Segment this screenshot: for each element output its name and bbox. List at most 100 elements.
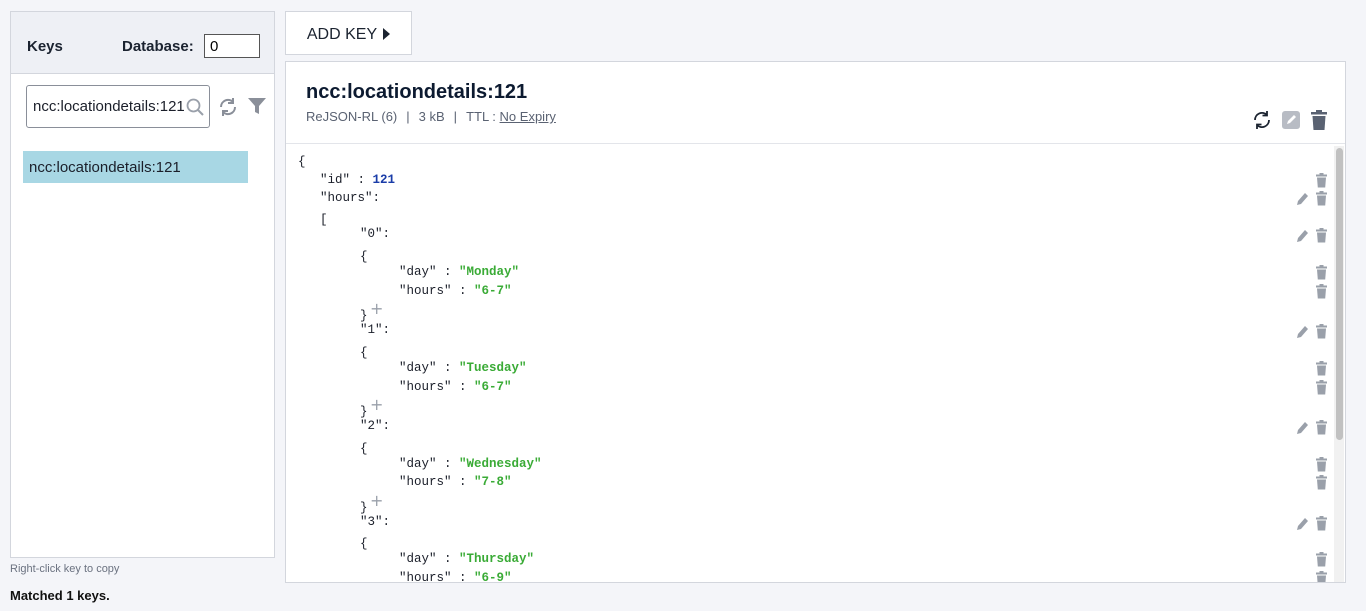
trash-icon[interactable] — [1309, 109, 1329, 131]
database-label: Database: — [122, 38, 194, 55]
trash-icon[interactable] — [1315, 265, 1328, 280]
json-line: "2": — [360, 419, 390, 433]
json-value: "Monday" — [459, 265, 520, 279]
trash-icon[interactable] — [1315, 228, 1328, 243]
json-bracket: { — [360, 346, 368, 360]
json-value: "6-7" — [474, 380, 512, 394]
refresh-icon[interactable] — [1252, 109, 1272, 131]
json-separator: : — [382, 323, 391, 337]
trash-icon[interactable] — [1315, 361, 1328, 376]
json-value: "6-7" — [474, 284, 512, 298]
json-line: "hours" : "6-7" — [399, 380, 512, 394]
json-separator: : — [382, 515, 391, 529]
json-separator: : — [382, 227, 391, 241]
json-line: "day" : "Wednesday" — [399, 457, 542, 471]
json-line: "id" : 121 — [320, 173, 395, 187]
pencil-icon[interactable] — [1296, 191, 1309, 206]
json-bracket: } — [360, 405, 368, 419]
pencil-icon[interactable] — [1296, 420, 1309, 435]
trash-icon[interactable] — [1315, 191, 1328, 206]
search-icon[interactable] — [185, 97, 205, 117]
json-key: "2" — [360, 419, 383, 433]
pencil-icon[interactable] — [1296, 324, 1309, 339]
json-line: "hours" : "6-9" — [399, 571, 512, 583]
trash-icon[interactable] — [1315, 571, 1328, 583]
key-list-item[interactable]: ncc:locationdetails:121 — [23, 151, 248, 183]
trash-icon[interactable] — [1315, 552, 1328, 567]
key-type: ReJSON-RL (6) — [306, 109, 398, 124]
key-search-input[interactable] — [33, 98, 189, 115]
trash-icon[interactable] — [1315, 516, 1328, 531]
json-key: "1" — [360, 323, 383, 337]
key-detail-header: ncc:locationdetails:121 ReJSON-RL (6) | 3 … — [286, 62, 1345, 144]
pencil-icon[interactable] — [1296, 228, 1309, 243]
json-value: "7-8" — [474, 475, 512, 489]
refresh-icon[interactable] — [217, 96, 239, 118]
filter-icon[interactable] — [247, 96, 267, 116]
json-bracket: } — [360, 501, 368, 515]
plus-icon[interactable]: + — [370, 299, 383, 318]
json-line: "hours": — [320, 191, 380, 205]
keys-panel-header: Keys Database: — [11, 12, 274, 74]
json-separator: : — [372, 191, 381, 205]
copy-hint: Right-click key to copy — [10, 563, 120, 575]
trash-icon[interactable] — [1315, 457, 1328, 472]
trash-icon[interactable] — [1315, 380, 1328, 395]
json-bracket: { — [360, 537, 368, 551]
json-key: "hours" — [399, 380, 452, 394]
trash-icon[interactable] — [1315, 324, 1328, 339]
json-key: "3" — [360, 515, 383, 529]
json-line: "1": — [360, 323, 390, 337]
pencil-icon[interactable] — [1281, 109, 1301, 131]
json-key: "0" — [360, 227, 383, 241]
json-bracket: { — [298, 155, 306, 169]
plus-icon[interactable]: + — [370, 395, 383, 414]
key-search-box[interactable] — [26, 85, 210, 128]
json-value: 121 — [372, 173, 396, 187]
key-title: ncc:locationdetails:121 — [306, 81, 528, 103]
pencil-icon[interactable] — [1296, 516, 1309, 531]
json-separator: : — [382, 419, 391, 433]
trash-icon[interactable] — [1315, 475, 1328, 490]
meta-separator: | — [453, 109, 458, 124]
scrollbar-thumb[interactable] — [1336, 148, 1343, 440]
key-meta: ReJSON-RL (6) | 3 kB | TTL : No Expiry — [306, 109, 556, 124]
json-key: "day" — [399, 457, 437, 471]
trash-icon[interactable] — [1315, 173, 1328, 188]
key-size: 3 kB — [418, 109, 445, 124]
json-bracket: { — [360, 250, 368, 264]
ttl-value[interactable]: No Expiry — [500, 109, 556, 124]
json-bracket: { — [360, 442, 368, 456]
trash-icon[interactable] — [1315, 420, 1328, 435]
json-value: "6-9" — [474, 571, 512, 583]
json-separator: : — [436, 552, 460, 566]
json-separator: : — [436, 361, 460, 375]
json-key: "id" — [320, 173, 351, 187]
json-line: "day" : "Tuesday" — [399, 361, 527, 375]
json-value: "Thursday" — [459, 552, 535, 566]
json-bracket: [ — [320, 213, 328, 227]
json-key: "day" — [399, 552, 437, 566]
json-line: "day" : "Monday" — [399, 265, 519, 279]
json-value: "Wednesday" — [459, 457, 542, 471]
json-key: "day" — [399, 265, 437, 279]
json-separator: : — [451, 475, 475, 489]
trash-icon[interactable] — [1315, 284, 1328, 299]
caret-right-icon — [383, 28, 391, 40]
json-viewer: { "id" : 121 "hours": [ "0": { "day" : "Monday… — [286, 144, 1332, 583]
plus-icon[interactable]: + — [370, 491, 383, 510]
json-key: "hours" — [399, 475, 452, 489]
json-key: "hours" — [399, 571, 452, 583]
json-separator: : — [451, 571, 475, 583]
key-detail-panel: ncc:locationdetails:121 ReJSON-RL (6) | 3 … — [285, 61, 1346, 583]
matched-count: Matched 1 keys. — [10, 588, 110, 603]
json-separator: : — [436, 265, 460, 279]
json-key: "hours" — [399, 284, 452, 298]
json-separator: : — [451, 380, 475, 394]
meta-separator: | — [406, 109, 410, 124]
database-input[interactable] — [204, 34, 260, 58]
add-key-button[interactable]: ADD KEY — [285, 11, 412, 55]
json-line: "3": — [360, 515, 390, 529]
json-value: "Tuesday" — [459, 361, 527, 375]
keys-panel: Keys Database: ncc:locationdetails:121 — [10, 11, 275, 558]
